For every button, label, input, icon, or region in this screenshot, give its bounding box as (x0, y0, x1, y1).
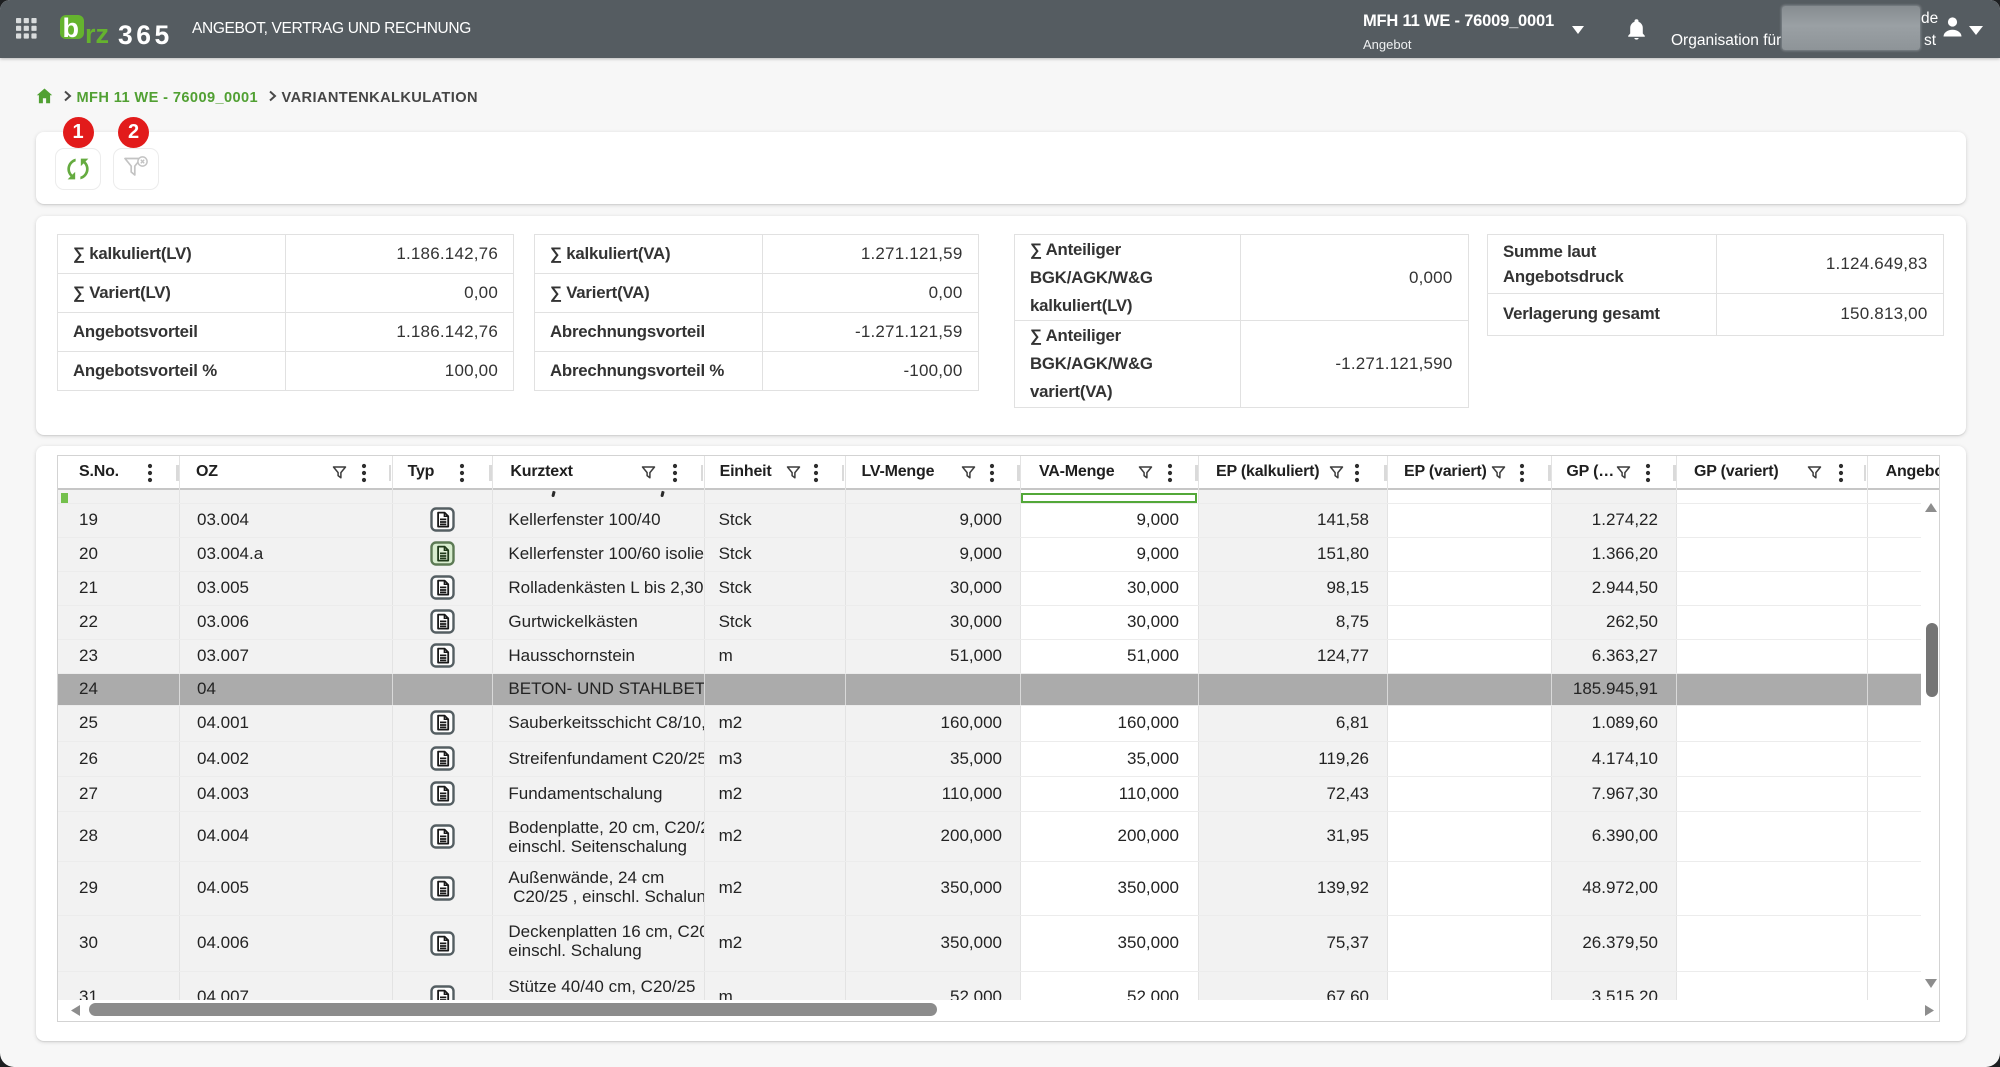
svg-text:b: b (63, 13, 80, 43)
svg-text:rz: rz (85, 19, 109, 47)
svg-text:365: 365 (118, 20, 173, 47)
